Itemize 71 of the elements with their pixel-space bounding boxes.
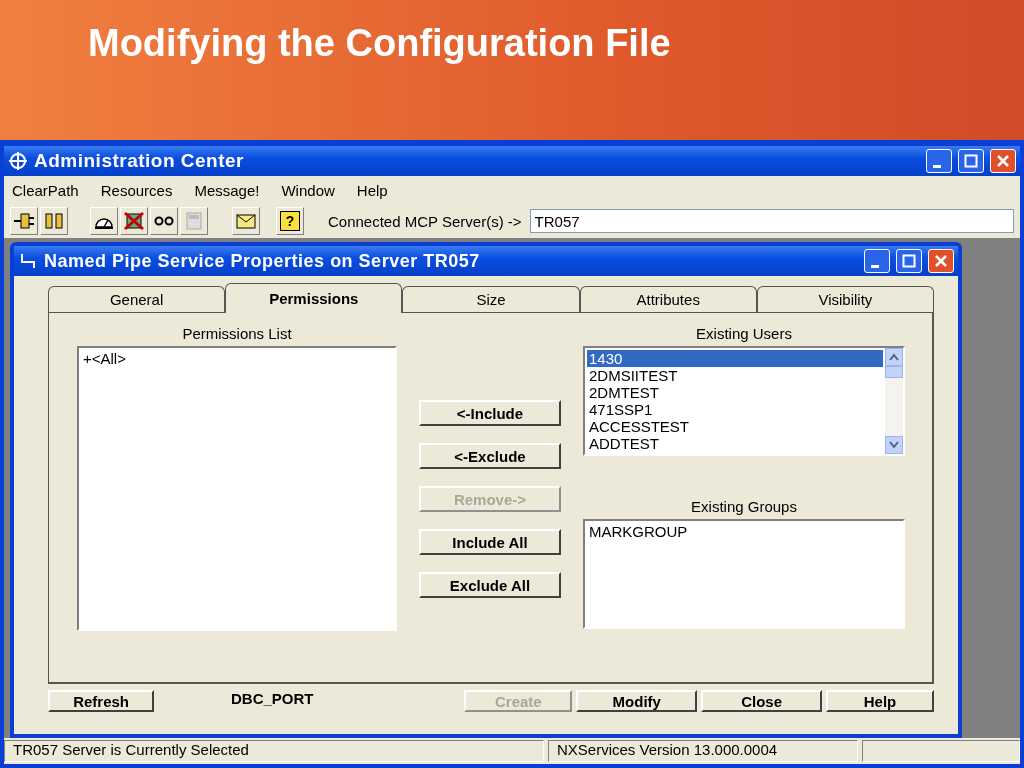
footer-button[interactable]: Help — [825, 690, 934, 712]
chevron-up-icon — [889, 353, 899, 361]
toolbar-button[interactable] — [10, 207, 38, 235]
list-item[interactable]: 1430 — [587, 350, 883, 367]
list-item[interactable]: 471SSP1 — [587, 401, 883, 418]
cross-icon — [123, 211, 145, 231]
list-item[interactable]: +<All> — [81, 350, 393, 367]
tab[interactable]: Permissions — [225, 283, 403, 313]
minimize-icon — [933, 164, 941, 168]
status-text: NXServices Version 13.000.0004 — [548, 740, 858, 762]
status-text: TR057 Server is Currently Selected — [4, 740, 544, 762]
tab[interactable]: Size — [402, 286, 580, 312]
maximize-icon — [964, 154, 978, 168]
menu-item[interactable]: Help — [356, 181, 388, 199]
close-button[interactable] — [990, 149, 1016, 173]
calculator-icon — [183, 211, 205, 231]
list-item[interactable]: ACCESSTEST — [587, 418, 883, 435]
menu-item[interactable]: ClearPath — [12, 181, 79, 199]
scroll-up-button[interactable] — [885, 348, 903, 366]
footer-button[interactable]: Modify — [576, 690, 698, 712]
chevron-down-icon — [889, 441, 899, 449]
footer-button[interactable]: Refresh — [48, 690, 155, 712]
close-icon — [934, 254, 948, 268]
window-title: Administration Center — [34, 150, 246, 172]
dialog-title: Named Pipe Service Properties on Server TR057 — [44, 250, 481, 272]
list-caption: Existing Users — [695, 325, 793, 342]
minimize-button[interactable] — [864, 249, 890, 273]
list-item[interactable]: ADDTEST — [587, 435, 883, 452]
toolbar-button[interactable] — [40, 207, 68, 235]
toolbar-button[interactable] — [150, 207, 178, 235]
menu-item[interactable]: Window — [281, 181, 335, 199]
envelope-icon — [235, 211, 257, 231]
pipe-icon — [18, 251, 38, 271]
slide-title: Modifying the Configuration File — [88, 22, 671, 65]
scroll-down-button[interactable] — [885, 436, 903, 454]
toolbar-button[interactable] — [232, 207, 260, 235]
maximize-button[interactable] — [958, 149, 984, 173]
toolbar-button[interactable] — [90, 207, 118, 235]
footer-button[interactable]: Close — [701, 690, 822, 712]
list-caption: Existing Groups — [690, 498, 798, 515]
list-item[interactable]: 2DMTEST — [587, 384, 883, 401]
list-caption: Permissions List — [181, 325, 293, 342]
server-field[interactable]: TR057 — [529, 209, 1014, 233]
menu-item[interactable]: Resources — [100, 181, 173, 199]
close-button[interactable] — [928, 249, 954, 273]
server-label: Connected MCP Server(s) -> — [328, 212, 522, 230]
maximize-button[interactable] — [896, 249, 922, 273]
port-label: DBC_PORT — [230, 690, 315, 707]
action-button[interactable]: <-Include — [419, 400, 561, 426]
tab[interactable]: Visibility — [756, 286, 934, 312]
scrollbar[interactable] — [885, 348, 903, 454]
minimize-icon — [871, 264, 879, 268]
tab[interactable]: Attributes — [579, 286, 757, 312]
app-icon — [8, 151, 28, 171]
list-box[interactable]: MARKGROUP — [583, 519, 905, 629]
toolbar-button[interactable] — [120, 207, 148, 235]
socket-icon — [43, 211, 65, 231]
list-item[interactable]: 2DMSIITEST — [587, 367, 883, 384]
maximize-icon — [902, 254, 916, 268]
list-item[interactable]: MARKGROUP — [587, 523, 901, 540]
tab[interactable]: General — [48, 286, 226, 312]
action-button[interactable]: Include All — [419, 529, 561, 555]
scroll-thumb[interactable] — [885, 366, 903, 378]
list-box[interactable]: 1430 2DMSIITEST 2DMTEST 471SSP1 ACCESSTEST ADDTEST — [583, 346, 905, 456]
plug-icon — [13, 211, 35, 231]
list-box[interactable]: +<All> — [77, 346, 397, 631]
menu-item[interactable]: Message! — [194, 181, 260, 199]
minimize-button[interactable] — [926, 149, 952, 173]
action-button[interactable]: <-Exclude — [419, 443, 561, 469]
action-button[interactable]: Exclude All — [419, 572, 561, 598]
close-icon — [996, 154, 1010, 168]
